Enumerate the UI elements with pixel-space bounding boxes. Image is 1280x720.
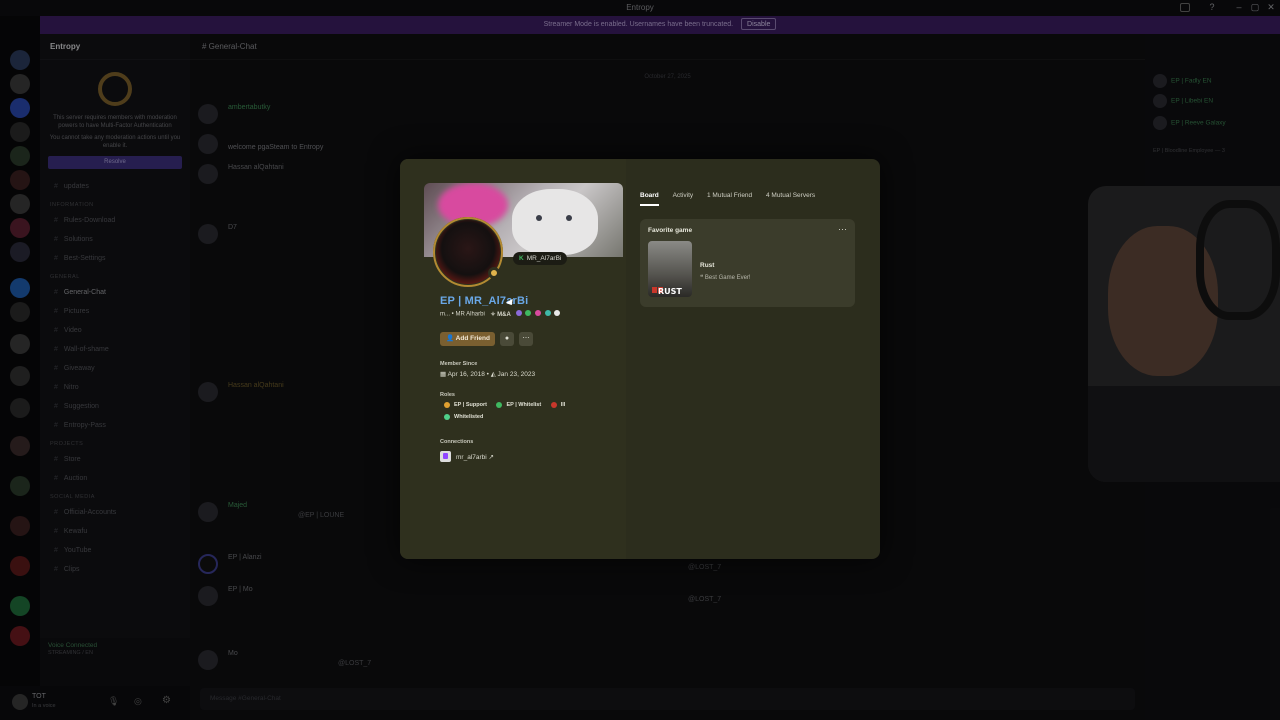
- connections-title: Connections: [440, 439, 474, 445]
- tab-mutual-friends[interactable]: 1 Mutual Friend: [707, 192, 752, 204]
- profile-badges: [515, 310, 563, 318]
- banner-cat: [512, 189, 598, 255]
- add-friend-icon: 👤: [446, 335, 456, 342]
- pronoun-name: MR Alharbi: [455, 311, 485, 318]
- message-icon[interactable]: ●: [500, 332, 514, 346]
- connection-item[interactable]: mr_al7arbi ↗: [440, 451, 494, 462]
- badge-icon: [554, 310, 561, 316]
- tab-activity[interactable]: Activity: [673, 192, 694, 204]
- favorite-game-title: Favorite game: [648, 227, 693, 234]
- badge-icon: [515, 310, 522, 316]
- role-chip[interactable]: III: [550, 402, 565, 408]
- badge-icon: [534, 310, 541, 316]
- profile-tabs: Board Activity 1 Mutual Friend 4 Mutual …: [640, 192, 827, 206]
- member-since-title: Member Since: [440, 361, 478, 367]
- username[interactable]: m...: [440, 312, 450, 318]
- roles-list: EP | Support EP | Whitelist III Whitelis…: [444, 402, 573, 426]
- game-note: ❝ Best Game Ever!: [700, 275, 751, 281]
- display-name: EP | MR_Al7arBi: [440, 295, 529, 307]
- more-icon[interactable]: ⋯: [519, 332, 533, 346]
- tab-mutual-servers[interactable]: 4 Mutual Servers: [766, 192, 815, 204]
- server-since: Jan 23, 2023: [497, 371, 536, 378]
- role-chip[interactable]: Whitelisted: [444, 414, 483, 420]
- game-art[interactable]: RUST: [648, 241, 692, 297]
- idle-status-icon: [488, 267, 500, 279]
- tab-board[interactable]: Board: [640, 192, 659, 206]
- add-friend-button[interactable]: 👤 Add Friend: [440, 332, 495, 346]
- server-icon: ◭: [490, 371, 498, 378]
- badge-icon: [525, 310, 532, 316]
- custom-status-bubble: K MR_Al7arBi: [513, 252, 568, 265]
- connection-name[interactable]: mr_al7arbi ↗: [456, 453, 494, 461]
- badge-icon: [544, 310, 551, 316]
- guild-tag[interactable]: ✧ M&A: [490, 312, 510, 318]
- roles-title: Roles: [440, 392, 455, 398]
- cat-eye: [566, 215, 572, 221]
- member-since: ▦ Apr 16, 2018 • ◭ Jan 23, 2023: [440, 371, 536, 378]
- status-emoji-icon: K: [519, 255, 524, 262]
- cat-eye: [536, 215, 542, 221]
- favorite-game-card: Favorite game ⋯ RUST Rust ❝ Best Game Ev…: [640, 219, 855, 307]
- calendar-icon: ▦: [440, 371, 448, 378]
- rust-logo: RUST: [652, 285, 682, 296]
- username-line: m... • MR Alharbi ✧ M&A: [440, 310, 562, 318]
- twitch-icon: [440, 451, 451, 462]
- more-icon[interactable]: ⋯: [838, 224, 847, 235]
- role-chip[interactable]: EP | Whitelist: [496, 402, 541, 408]
- game-name: Rust: [700, 262, 715, 269]
- role-chip[interactable]: EP | Support: [444, 402, 487, 408]
- discord-since: Apr 16, 2018: [447, 371, 485, 378]
- profile-modal: EP | MR_Al7arBi m... • MR Alharbi ✧ M&A …: [400, 159, 880, 559]
